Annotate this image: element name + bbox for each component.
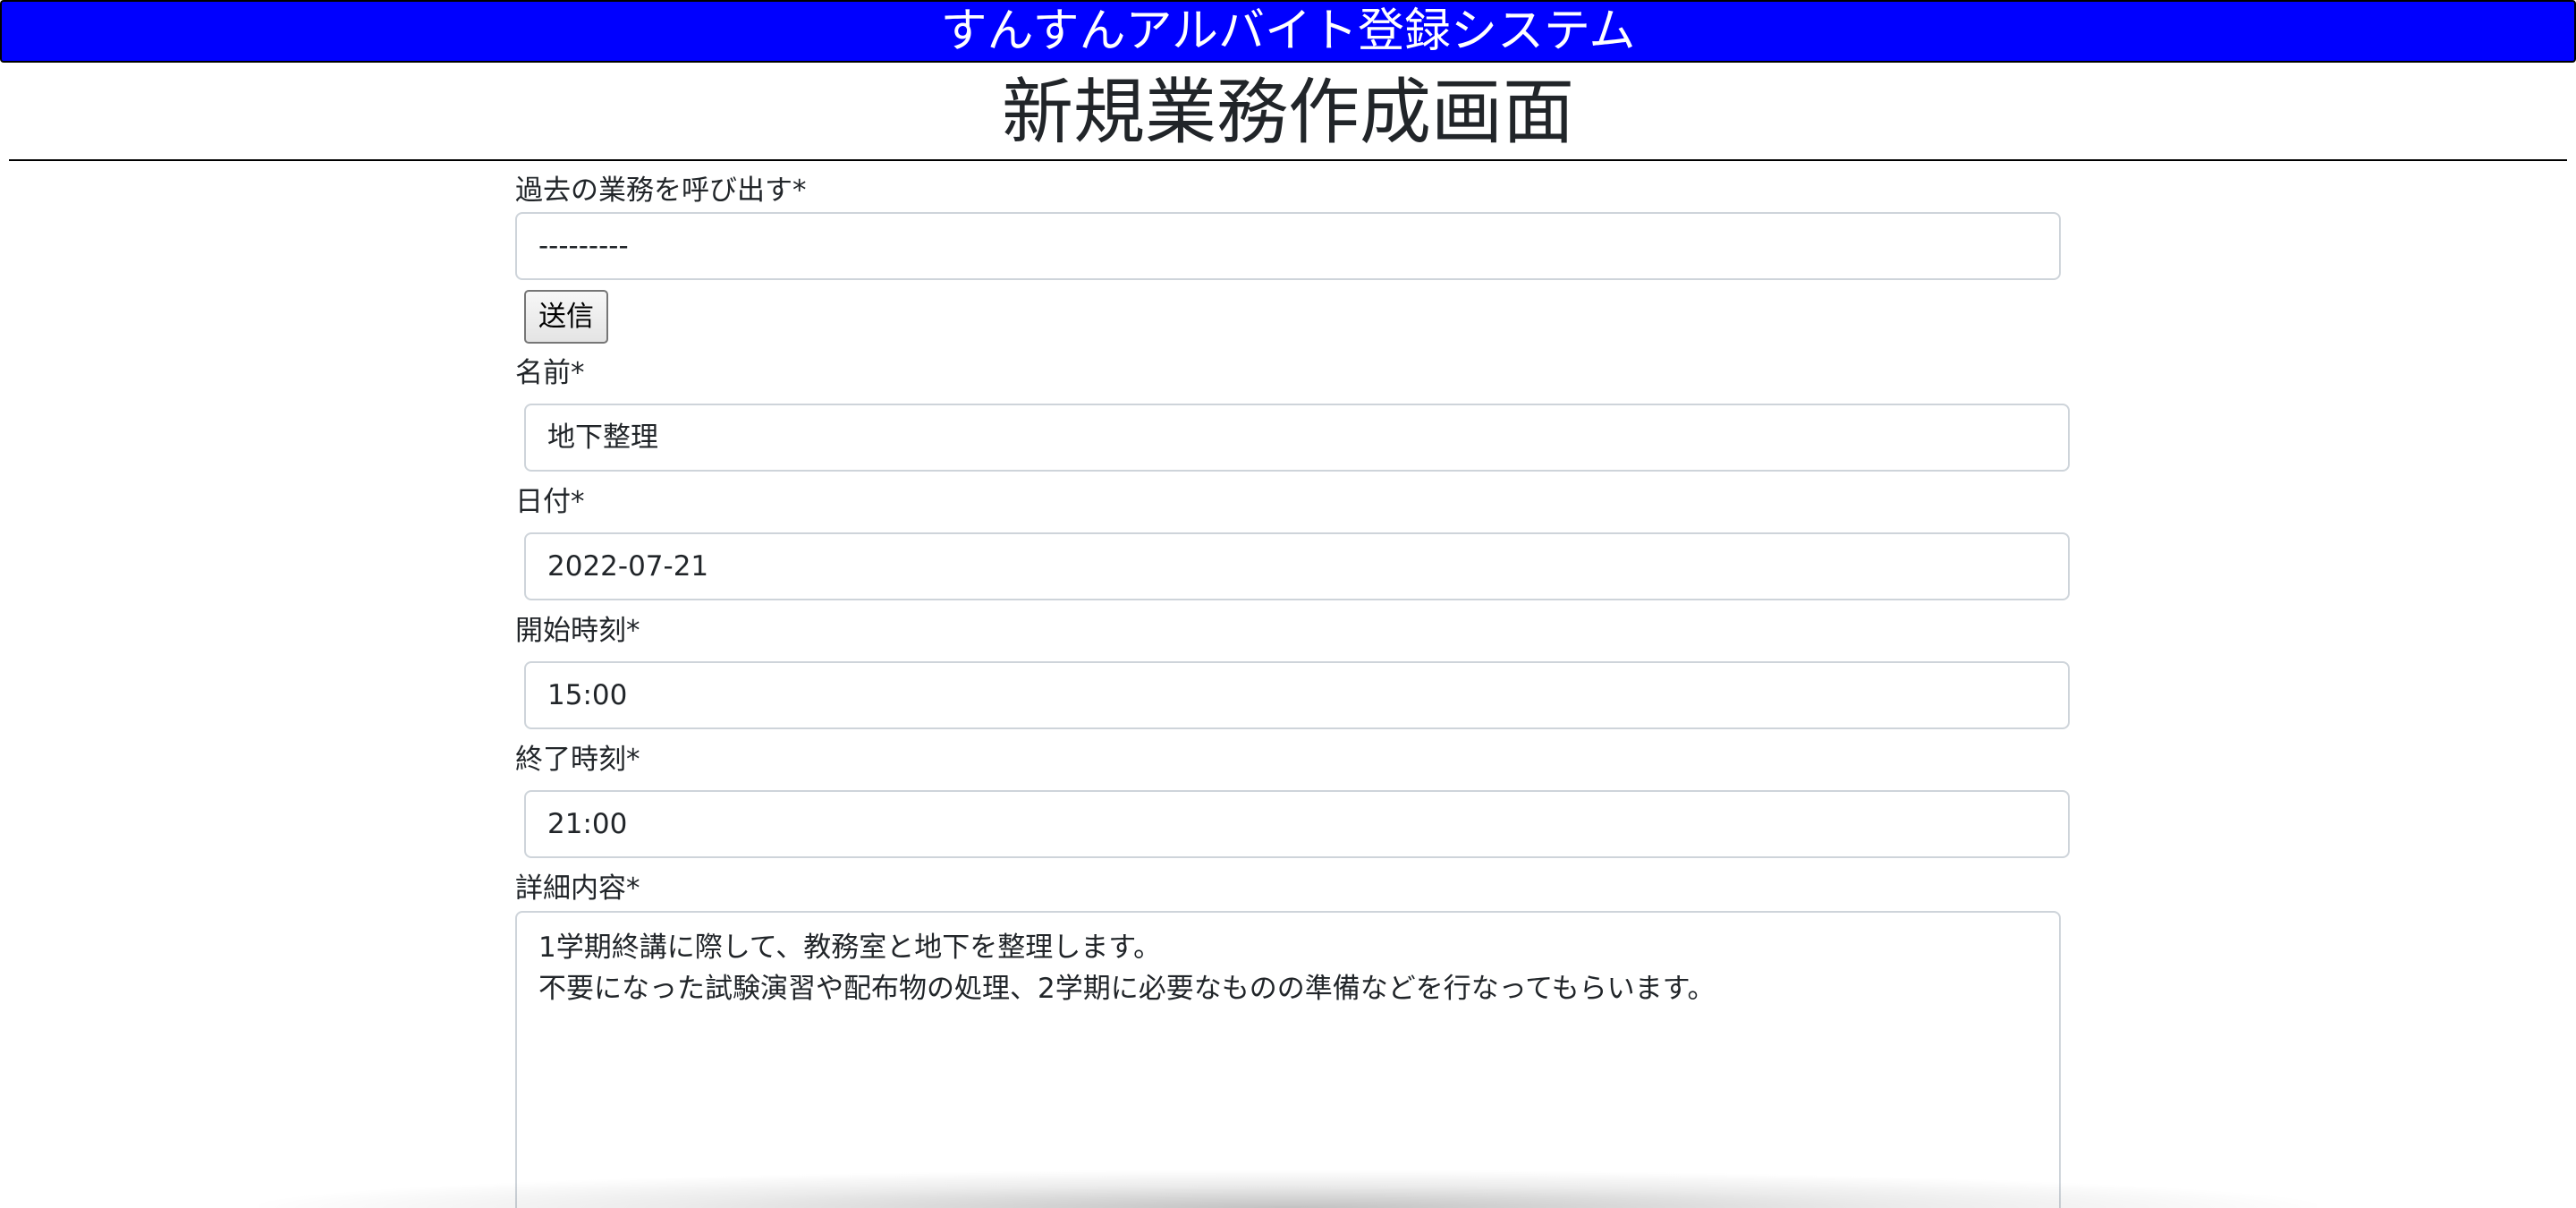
new-job-create-page: すんすんアルバイト登録システム 新規業務作成画面 過去の業務を呼び出す* ---… bbox=[0, 0, 2576, 1208]
details-textarea[interactable]: 1学期終講に際して、教務室と地下を整理します。 不要になった試験演習や配布物の処… bbox=[515, 911, 2061, 1208]
start-time-input[interactable]: 15:00 bbox=[524, 661, 2070, 729]
end-time-label: 終了時刻* bbox=[515, 744, 640, 776]
past-job-select[interactable]: --------- bbox=[515, 212, 2061, 280]
start-time-label: 開始時刻* bbox=[515, 615, 640, 647]
end-time-input[interactable]: 21:00 bbox=[524, 790, 2070, 858]
name-input[interactable]: 地下整理 bbox=[524, 404, 2070, 472]
date-label: 日付* bbox=[515, 486, 585, 518]
name-label: 名前* bbox=[515, 357, 585, 389]
new-job-form: 過去の業務を呼び出す* --------- 送信 名前* 地下整理 日付* 20… bbox=[0, 0, 2576, 1208]
past-job-label: 過去の業務を呼び出す* bbox=[515, 174, 807, 207]
date-input[interactable]: 2022-07-21 bbox=[524, 532, 2070, 600]
submit-button[interactable]: 送信 bbox=[524, 290, 608, 344]
details-label: 詳細内容* bbox=[515, 872, 640, 905]
